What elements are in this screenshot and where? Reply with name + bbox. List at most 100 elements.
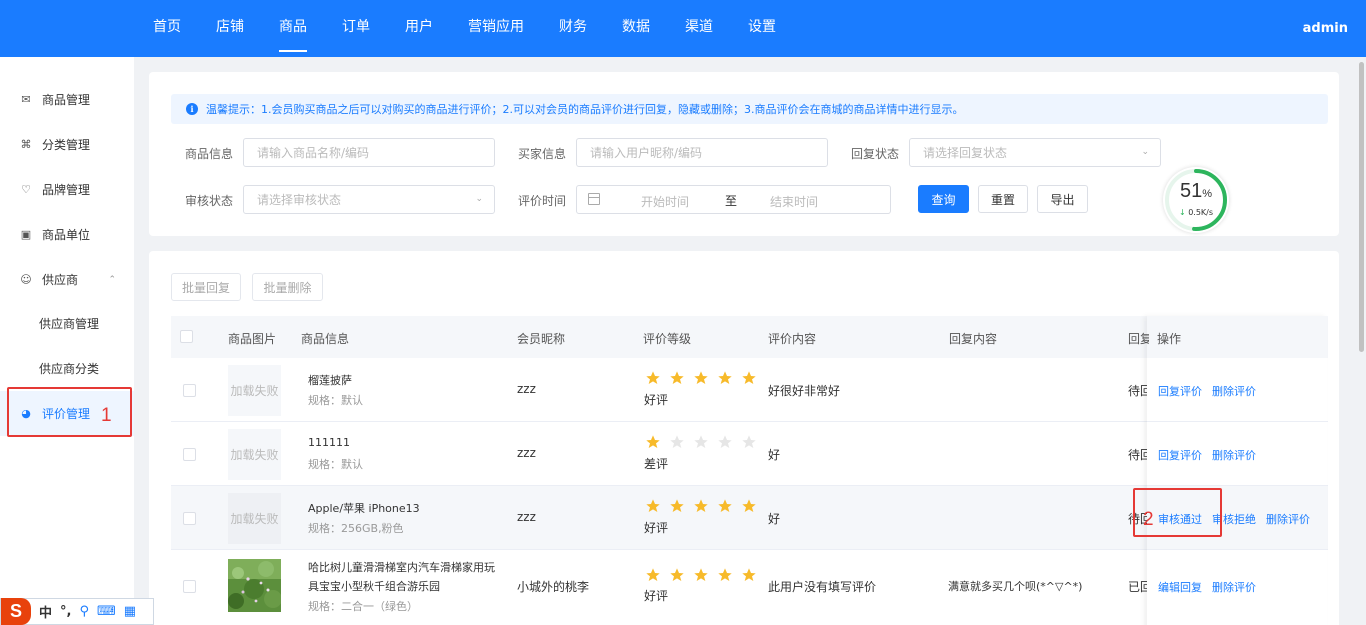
sidebar-item-comments[interactable]: ◕ 评价管理 xyxy=(0,391,134,436)
keyboard-icon[interactable]: ⌨ xyxy=(97,604,116,619)
product-search-placeholder: 请输入商品名称/编码 xyxy=(257,146,370,160)
row-checkbox[interactable] xyxy=(183,512,196,525)
sidebar-item-brand[interactable]: ♡ 品牌管理 xyxy=(0,167,134,212)
product-image-failed: 加载失败 xyxy=(228,493,281,544)
nav-data[interactable]: 数据 xyxy=(609,0,663,57)
nav-shop[interactable]: 店铺 xyxy=(203,0,257,57)
nav-users[interactable]: 用户 xyxy=(392,0,446,57)
product-spec: 规格：默认 xyxy=(308,458,363,471)
edit-reply-link[interactable]: 编辑回复 xyxy=(1158,579,1202,595)
speed-percent: 51% xyxy=(1179,180,1213,202)
ime-toolbar[interactable]: S 中 °, ⚲ ⌨ ▦ xyxy=(0,598,154,625)
star-icon xyxy=(694,371,708,384)
product-info-label: 商品信息 xyxy=(185,147,234,161)
col-rating: 评价等级 xyxy=(643,332,692,346)
sogou-logo-icon[interactable]: S xyxy=(1,598,31,625)
review-content: 好 xyxy=(768,448,781,462)
table-row: 加载失败 Apple/苹果 iPhone13 规格：256GB,粉色 zzz 好… xyxy=(171,486,1328,550)
nav-home[interactable]: 首页 xyxy=(140,0,194,57)
delete-review-link[interactable]: 删除评价 xyxy=(1212,579,1256,595)
star-icon xyxy=(646,435,660,448)
delete-review-link[interactable]: 删除评价 xyxy=(1212,447,1256,463)
reset-button[interactable]: 重置 xyxy=(978,185,1028,213)
star-icon xyxy=(718,499,732,512)
sidebar-item-unit[interactable]: ▣ 商品单位 xyxy=(0,212,134,257)
member-nickname: zzz xyxy=(517,510,536,524)
sidebar-item-label: 供应商 xyxy=(42,273,79,287)
nav-orders[interactable]: 订单 xyxy=(329,0,383,57)
reply-content: 满意就多买几个呗(*^▽^*) xyxy=(948,580,1083,593)
rating-stars xyxy=(644,498,764,514)
info-icon: i xyxy=(186,103,198,115)
date-range-picker[interactable]: 开始时间 至 结束时间 xyxy=(576,185,891,214)
product-image-failed: 加载失败 xyxy=(228,429,281,480)
sidebar-item-product[interactable]: ✉ 商品管理 xyxy=(0,77,134,122)
reply-review-link[interactable]: 回复评价 xyxy=(1158,447,1202,463)
col-info: 商品信息 xyxy=(301,332,350,346)
export-button[interactable]: 导出 xyxy=(1037,185,1088,213)
reply-status: 待回复 xyxy=(1128,384,1147,398)
sidebar-item-supplier-category[interactable]: 供应商分类 xyxy=(0,346,134,391)
sidebar-item-label: 品牌管理 xyxy=(42,183,91,197)
bulk-reply-button[interactable]: 批量回复 xyxy=(171,273,241,301)
grid-apps-icon[interactable]: ▦ xyxy=(124,604,136,619)
reject-review-link[interactable]: 审核拒绝 xyxy=(1212,511,1256,527)
star-icon xyxy=(718,435,732,448)
reply-review-link[interactable]: 回复评价 xyxy=(1158,383,1202,399)
page-scrollbar[interactable] xyxy=(1357,57,1366,625)
select-all-checkbox[interactable] xyxy=(180,330,193,343)
product-spec: 规格：默认 xyxy=(308,394,363,407)
reply-status: 已回复 xyxy=(1128,580,1147,594)
star-icon xyxy=(718,371,732,384)
product-name: 榴莲披萨 xyxy=(308,374,352,387)
nav-settings[interactable]: 设置 xyxy=(735,0,789,57)
star-icon xyxy=(670,371,684,384)
nav-finance[interactable]: 财务 xyxy=(546,0,600,57)
reply-status: 待回复 xyxy=(1128,448,1147,462)
arrow-down-icon: ↓ xyxy=(1178,208,1186,217)
ime-punct-toggle[interactable]: °, xyxy=(60,604,71,619)
microphone-icon[interactable]: ⚲ xyxy=(79,604,89,619)
search-button[interactable]: 查询 xyxy=(918,185,969,213)
tip-banner: i 温馨提示：1.会员购买商品之后可以对购买的商品进行评价；2.可以对会员的商品… xyxy=(171,94,1328,124)
nav-channel[interactable]: 渠道 xyxy=(672,0,726,57)
product-name-line2: 具宝宝小型秋千组合游乐园 xyxy=(308,580,440,593)
sidebar-item-supplier[interactable]: ☺ 供应商 ⌃ xyxy=(0,257,134,302)
reply-status-label: 回复状态 xyxy=(851,147,900,161)
user-menu[interactable]: admin xyxy=(1303,0,1348,57)
reply-status-select[interactable]: 请选择回复状态 ⌄ xyxy=(909,138,1161,167)
row-checkbox[interactable] xyxy=(183,384,196,397)
product-name-line1: 哈比树儿童滑滑梯室内汽车滑梯家用玩 xyxy=(308,561,495,574)
supplier-icon: ☺ xyxy=(20,273,32,286)
slide-toy-photo xyxy=(228,559,281,612)
ime-lang-toggle[interactable]: 中 xyxy=(39,602,52,621)
product-search-input[interactable]: 请输入商品名称/编码 xyxy=(243,138,495,167)
star-icon xyxy=(646,568,660,581)
end-date-input[interactable]: 结束时间 xyxy=(770,193,818,210)
star-icon xyxy=(742,499,756,512)
approve-review-link[interactable]: 审核通过 xyxy=(1158,511,1202,527)
sidebar-item-category[interactable]: ⌘ 分类管理 xyxy=(0,122,134,167)
product-icon: ✉ xyxy=(21,93,31,106)
member-nickname: zzz xyxy=(517,446,536,460)
review-content: 好 xyxy=(768,512,781,526)
top-navbar: 首页 店铺 商品 订单 用户 营销应用 财务 数据 渠道 设置 admin xyxy=(0,0,1366,57)
audit-status-select[interactable]: 请选择审核状态 ⌄ xyxy=(243,185,495,214)
row-checkbox[interactable] xyxy=(183,448,196,461)
nav-goods[interactable]: 商品 xyxy=(266,0,320,57)
rating-level: 好评 xyxy=(644,393,669,407)
buyer-search-input[interactable]: 请输入用户昵称/编码 xyxy=(576,138,828,167)
product-name: Apple/苹果 iPhone13 xyxy=(308,502,420,515)
sidebar-item-supplier-manage[interactable]: 供应商管理 xyxy=(0,301,134,346)
network-speed-widget[interactable]: 51% ↓ 0.5K/s xyxy=(1163,167,1229,233)
start-date-input[interactable]: 开始时间 xyxy=(641,193,689,210)
bulk-delete-button[interactable]: 批量删除 xyxy=(252,273,323,301)
delete-review-link[interactable]: 删除评价 xyxy=(1266,511,1310,527)
brand-icon: ♡ xyxy=(21,183,31,196)
star-icon xyxy=(694,499,708,512)
rating-level: 差评 xyxy=(644,457,669,471)
nav-marketing[interactable]: 营销应用 xyxy=(455,0,537,57)
delete-review-link[interactable]: 删除评价 xyxy=(1212,383,1256,399)
row-checkbox[interactable] xyxy=(183,580,196,593)
scrollbar-thumb[interactable] xyxy=(1359,62,1364,352)
